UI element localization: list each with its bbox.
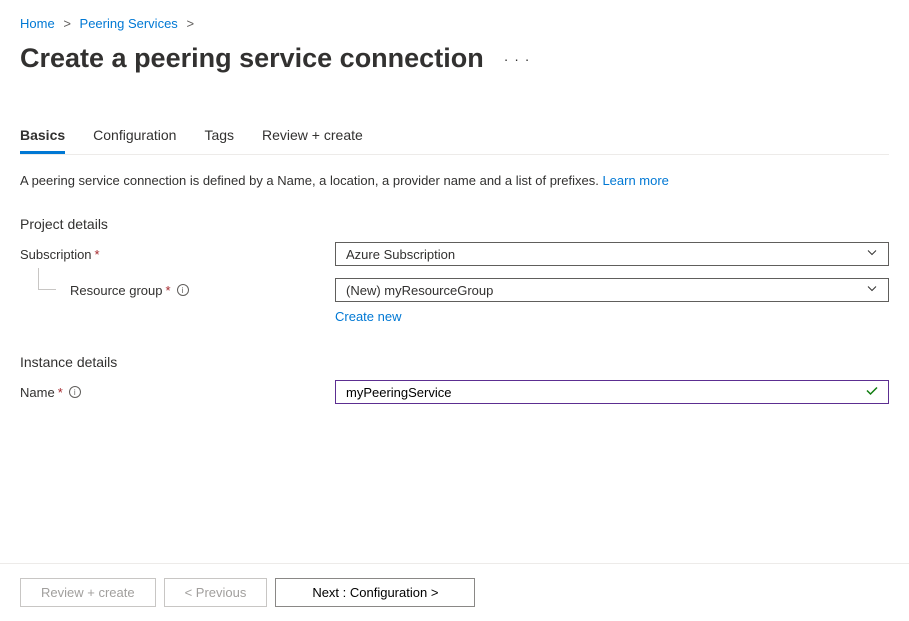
resource-group-value: (New) myResourceGroup <box>346 283 493 298</box>
info-icon[interactable]: i <box>177 284 189 296</box>
create-new-link[interactable]: Create new <box>335 309 401 324</box>
label-resource-group: Resource group * i <box>20 283 335 298</box>
indent-line <box>38 268 56 290</box>
breadcrumb-home[interactable]: Home <box>20 16 55 31</box>
section-instance-details: Instance details <box>20 354 889 370</box>
label-resource-group-text: Resource group <box>70 283 163 298</box>
label-subscription-text: Subscription <box>20 247 92 262</box>
previous-button: < Previous <box>164 578 268 607</box>
more-menu-icon[interactable]: · · · <box>504 51 531 67</box>
label-name: Name * i <box>20 385 335 400</box>
row-name: Name * i <box>20 380 889 404</box>
description: A peering service connection is defined … <box>20 173 889 188</box>
subscription-value: Azure Subscription <box>346 247 455 262</box>
chevron-down-icon <box>866 247 878 262</box>
check-icon <box>865 384 879 401</box>
subscription-select[interactable]: Azure Subscription <box>335 242 889 266</box>
resource-group-select[interactable]: (New) myResourceGroup <box>335 278 889 302</box>
row-resource-group: Resource group * i (New) myResourceGroup <box>20 278 889 302</box>
review-create-button: Review + create <box>20 578 156 607</box>
footer: Review + create < Previous Next : Config… <box>0 563 909 621</box>
section-project-details: Project details <box>20 216 889 232</box>
name-input[interactable] <box>335 380 889 404</box>
tab-basics[interactable]: Basics <box>20 119 65 154</box>
tab-review[interactable]: Review + create <box>262 119 363 154</box>
tab-tags[interactable]: Tags <box>204 119 234 154</box>
chevron-right-icon: > <box>186 16 194 31</box>
learn-more-link[interactable]: Learn more <box>602 173 668 188</box>
chevron-down-icon <box>866 283 878 298</box>
tabs: Basics Configuration Tags Review + creat… <box>20 119 889 155</box>
tab-configuration[interactable]: Configuration <box>93 119 176 154</box>
create-new-row: Create new <box>335 309 889 324</box>
row-subscription: Subscription * Azure Subscription <box>20 242 889 266</box>
description-text: A peering service connection is defined … <box>20 173 602 188</box>
info-icon[interactable]: i <box>69 386 81 398</box>
label-subscription: Subscription * <box>20 247 335 262</box>
page-title: Create a peering service connection <box>20 43 484 74</box>
chevron-right-icon: > <box>63 16 71 31</box>
next-button[interactable]: Next : Configuration > <box>275 578 475 607</box>
title-row: Create a peering service connection · · … <box>20 43 889 74</box>
required-indicator: * <box>95 247 100 262</box>
required-indicator: * <box>58 385 63 400</box>
breadcrumb: Home > Peering Services > <box>20 16 889 31</box>
label-name-text: Name <box>20 385 55 400</box>
required-indicator: * <box>166 283 171 298</box>
breadcrumb-peering[interactable]: Peering Services <box>80 16 178 31</box>
